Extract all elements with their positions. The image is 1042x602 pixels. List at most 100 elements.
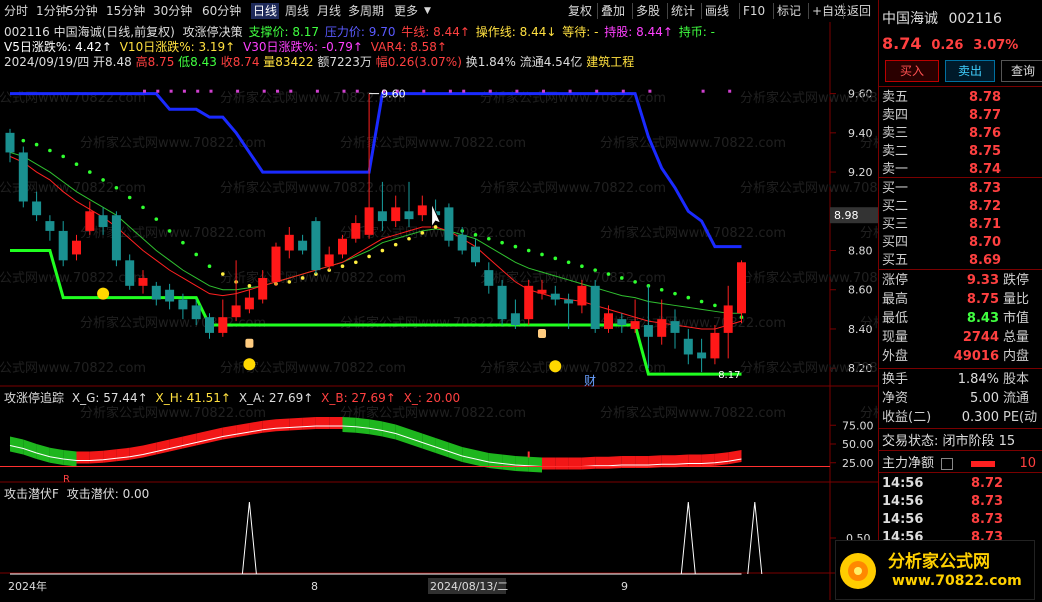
bid-row[interactable]: 买四 8.70 [879, 233, 1042, 253]
stat-label: 换手 [882, 372, 909, 387]
toolbar-action[interactable]: 标记 [777, 3, 801, 19]
period-tab[interactable]: 1分钟 [36, 3, 68, 19]
ask-row[interactable]: 卖四 8.77 [879, 106, 1042, 126]
query-button[interactable]: 查询 [1001, 60, 1042, 82]
bid-label: 买一 [882, 181, 909, 196]
sub1-header: 攻涨停追踪 X_G: 57.44↑ X_H: 41.51↑ X_A: 27.69… [4, 389, 460, 406]
ask-label: 卖四 [882, 108, 909, 123]
trend-dot [194, 252, 198, 257]
price-pct: 3.07% [973, 38, 1019, 53]
bid-row[interactable]: 买二 8.72 [879, 197, 1042, 217]
trend-dot [487, 236, 491, 241]
chart-area[interactable]: 9.609.409.209.008.808.608.408.208.98分析家公… [0, 22, 878, 600]
ask-row[interactable]: 卖三 8.76 [879, 124, 1042, 144]
top-marker [262, 89, 266, 93]
candle-body [284, 234, 294, 251]
period-tab[interactable]: 5分钟 [66, 3, 98, 19]
toolbar-action[interactable]: 返回 [847, 3, 871, 19]
trend-dot [593, 268, 597, 272]
sub1-ribbon [502, 454, 516, 471]
sell-button[interactable]: 卖出 [945, 60, 995, 82]
candle-body [683, 338, 693, 355]
top-marker [196, 89, 200, 93]
stat-value: 1.84% [957, 372, 999, 387]
bull-label: 牛线: 8.44↑ [401, 25, 470, 39]
sub1-ribbon [688, 454, 702, 467]
bid-label: 买四 [882, 235, 909, 250]
candle-body [311, 221, 321, 271]
toolbar-action[interactable]: F10 [743, 3, 765, 19]
trend-dot [433, 225, 438, 229]
ask-row[interactable]: 卖二 8.75 [879, 142, 1042, 162]
period-tab[interactable]: 月线 [317, 3, 341, 19]
toolbar-action[interactable]: 统计 [671, 3, 695, 19]
trend-dot [580, 264, 584, 269]
candle-body [32, 201, 42, 216]
sub1-ribbon [129, 445, 143, 460]
trend-dot [181, 240, 185, 245]
watermark: 分析家公式网www.70822.com [600, 315, 786, 331]
sub1-title: 攻涨停追踪 [4, 391, 65, 405]
hold-coin-label: 持币: - [678, 25, 715, 39]
ask-price: 8.78 [969, 90, 1002, 105]
bid-label: 买三 [882, 217, 909, 232]
trend-dot [380, 248, 385, 253]
main-net-icon[interactable] [941, 457, 954, 470]
sub1-ribbon [315, 417, 330, 429]
period-tab[interactable]: 15分钟 [106, 3, 145, 19]
candle-body [697, 352, 707, 359]
sub1-ribbon [542, 457, 556, 470]
toolbar-action[interactable]: 多股 [636, 3, 660, 19]
ask-label: 卖三 [882, 126, 909, 141]
watermark: 分析家公式网www.70822.com [740, 360, 878, 376]
finance-marker[interactable]: 财 [584, 372, 596, 389]
candle-body [244, 297, 254, 310]
period-tab[interactable]: 更多 [394, 3, 418, 19]
stat-label-2: 股本 [1003, 372, 1030, 387]
top-marker [621, 89, 625, 93]
toolbar-action[interactable]: 复权 [568, 3, 592, 19]
candle-body [125, 260, 135, 286]
trend-dot [407, 236, 411, 241]
ohlc-info-row: 2024/09/19/四 开8.48 高8.75 低8.43 收8.74 量83… [4, 53, 634, 70]
quote-panel: 中国海诚 002116 8.74 0.26 3.07% 买入 卖出 查询 卖五 8… [878, 0, 1042, 600]
sub1-ribbon [701, 453, 715, 467]
info-open: 开8.48 [93, 55, 132, 69]
bid-row[interactable]: 买三 8.71 [879, 215, 1042, 235]
bid-row[interactable]: 买五 8.69 [879, 251, 1042, 271]
candle-body [417, 205, 427, 216]
stat-value: 9.33 [966, 273, 999, 288]
min-price-label: 8.17 [718, 370, 740, 381]
period-tab[interactable]: 多周期 [348, 3, 384, 19]
toolbar-action[interactable]: 叠加 [601, 3, 625, 19]
period-tab[interactable]: 周线 [285, 3, 309, 19]
period-tab[interactable]: 日线 [251, 3, 280, 19]
trend-dot [48, 148, 52, 153]
sub1-y-tick-label: 50.00 [842, 438, 874, 451]
trade-state: 交易状态: 闭市阶段 15 [882, 434, 1016, 449]
bid-price: 8.70 [969, 235, 1002, 250]
period-tab[interactable]: 分时 [4, 3, 28, 19]
period-tab[interactable]: 60分钟 [202, 3, 241, 19]
op-label: 操作线: 8.44↓ [475, 25, 557, 39]
trend-dot [300, 276, 305, 280]
top-marker [515, 89, 519, 93]
ask-price: 8.75 [969, 144, 1002, 159]
period-tab[interactable]: 30分钟 [153, 3, 192, 19]
stat-row: 收益(二) 0.300 PE(动 [879, 408, 1042, 428]
toolbar-action[interactable]: +自选 [812, 3, 846, 19]
more-dropdown-icon[interactable]: ▼ [424, 3, 431, 19]
support-label: 支撑价: 8.17 [248, 25, 320, 39]
top-marker [315, 89, 319, 93]
main-net-row: 主力净额 10 [882, 452, 1036, 471]
stat-row: 现量 2744 总量 [879, 328, 1042, 348]
candle-body [391, 207, 401, 222]
bid-label: 买二 [882, 199, 909, 214]
bid-row[interactable]: 买一 8.73 [879, 179, 1042, 199]
ask-row[interactable]: 卖五 8.78 [879, 88, 1042, 108]
trend-dot [526, 248, 531, 253]
buy-button[interactable]: 买入 [885, 60, 939, 82]
watermark: 分析家公式网www.70822.com [600, 225, 786, 241]
toolbar-action[interactable]: 画线 [705, 3, 729, 19]
candle-body [231, 305, 241, 318]
